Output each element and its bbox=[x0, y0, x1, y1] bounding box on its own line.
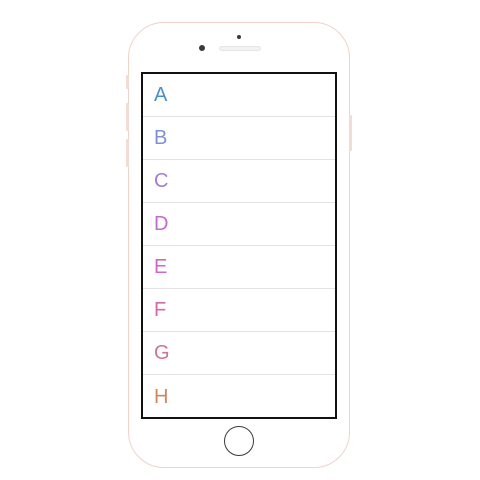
list-item-h[interactable]: H bbox=[143, 375, 335, 417]
power-button bbox=[349, 115, 352, 151]
list-item-label: C bbox=[154, 170, 169, 192]
phone-screen: A B C D E F G H bbox=[141, 72, 337, 419]
list-item-f[interactable]: F bbox=[143, 289, 335, 332]
list-item-label: B bbox=[154, 127, 168, 149]
list-item-label: H bbox=[154, 385, 169, 408]
sensor-icon bbox=[237, 35, 241, 39]
list-item-d[interactable]: D bbox=[143, 203, 335, 246]
list-item-label: D bbox=[154, 213, 169, 235]
front-camera-icon bbox=[199, 45, 205, 51]
earpiece-speaker bbox=[219, 46, 261, 51]
mute-switch bbox=[126, 75, 129, 89]
list-item-label: A bbox=[154, 84, 168, 106]
home-button[interactable] bbox=[224, 426, 254, 456]
list-item-g[interactable]: G bbox=[143, 332, 335, 375]
list-item-label: G bbox=[154, 342, 170, 364]
letter-list: A B C D E F G H bbox=[143, 74, 335, 417]
list-item-b[interactable]: B bbox=[143, 117, 335, 160]
volume-up-button bbox=[126, 103, 129, 131]
list-item-e[interactable]: E bbox=[143, 246, 335, 289]
volume-down-button bbox=[126, 139, 129, 167]
list-item-c[interactable]: C bbox=[143, 160, 335, 203]
list-item-label: E bbox=[154, 256, 168, 278]
list-item-a[interactable]: A bbox=[143, 74, 335, 117]
list-item-label: F bbox=[154, 299, 167, 321]
stage: A B C D E F G H bbox=[0, 0, 480, 480]
